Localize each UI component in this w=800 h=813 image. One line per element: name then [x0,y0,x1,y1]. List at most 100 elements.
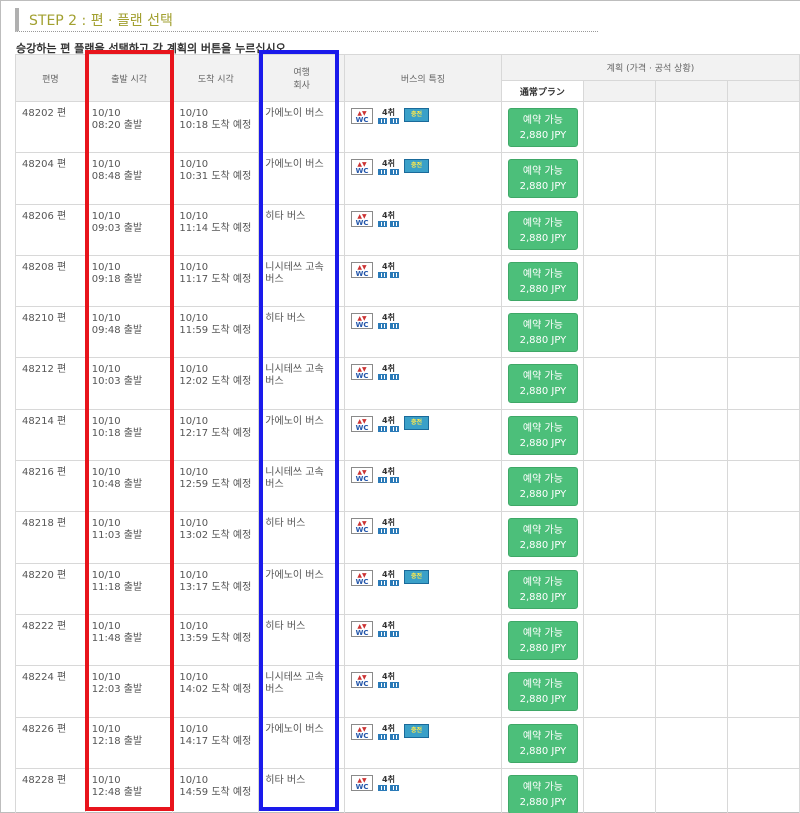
seat-blocks [378,169,400,176]
seat-blocks [378,528,400,535]
depart-time: 08:20 출발 [91,120,143,131]
reserve-status: 예약 가능 [522,627,563,639]
wc-toilet-icon: ▲▼ WC [351,518,374,535]
arrive-date: 10/10 [179,774,209,786]
arrive-cell: 10/10 10:31 도착 예정 [172,152,260,205]
arrive-time: 11:14 도착 예정 [179,222,252,234]
bus-number-cell: 48226 편 [15,716,86,769]
bus-number-cell: 48202 편 [15,100,86,154]
header-plan-group: 계획 (가격 · 공석 상황) [500,54,800,81]
wc-label: WC [355,475,369,484]
reserve-button[interactable]: 예약 가능 2,880 JPY [507,108,578,147]
table-row: 48218 편 10/10 11:03 출발 10/10 13:02 도착 예정… [15,511,800,564]
features-cell: ▲▼ WC 4취 충전 [344,562,502,615]
table-row: 48224 편 10/10 12:03 출발 10/10 14:02 도착 예정… [15,665,800,718]
reserve-price: 2,880 JPY [519,642,567,654]
arrive-time: 14:02 도착 예정 [179,684,252,696]
plan-empty-cell [654,254,728,308]
plan-empty-cell [582,306,656,359]
seat-block-icon [390,220,400,227]
arrive-date: 10/10 [179,467,209,479]
company-name: 니시테쓰 고속 [265,672,324,684]
depart-time: 12:48 출발 [91,786,143,798]
reserve-price: 2,880 JPY [519,489,567,501]
arrive-date: 10/10 [179,723,209,735]
table-body: 48202 편 10/10 08:20 출발 10/10 10:18 도착 예정… [15,100,800,813]
plan-empty-cell [726,254,800,308]
wc-label: WC [355,372,369,381]
reserve-button[interactable]: 예약 가능 2,880 JPY [507,313,578,353]
bus-number: 48206 편 [22,210,67,222]
reserve-button[interactable]: 예약 가능 2,880 JPY [507,261,578,301]
reserve-button[interactable]: 예약 가능 2,880 JPY [507,672,578,712]
depart-cell: 10/10 12:48 출발 [84,767,174,813]
seat-layout-icon: 4취 [378,467,400,484]
seat-block-icon [378,579,388,586]
plan-empty-cell [654,562,728,615]
reserve-status: 예약 가능 [522,576,563,588]
plan-empty-cell [582,100,656,154]
reserve-button[interactable]: 예약 가능 2,880 JPY [507,364,578,404]
plan-cell: 예약 가능 2,880 JPY [500,460,584,513]
plan-cell: 예약 가능 2,880 JPY [500,613,584,667]
feature-icons: ▲▼ WC 4취 충전 [351,723,496,740]
features-cell: ▲▼ WC 4취 [344,203,502,256]
reserve-button[interactable]: 예약 가능 2,880 JPY [507,159,578,199]
table-row: 48228 편 10/10 12:48 출발 10/10 14:59 도착 예정… [15,767,800,813]
depart-time: 10:18 출발 [91,427,143,439]
plan-empty-cell [654,511,728,564]
reserve-button[interactable]: 예약 가능 2,880 JPY [507,569,578,609]
plan-empty-cell [726,460,800,513]
reserve-button[interactable]: 예약 가능 2,880 JPY [507,774,578,813]
seat-layout-icon: 4취 [378,211,400,227]
seat-blocks [378,220,400,227]
plan-cell: 예약 가능 2,880 JPY [500,203,584,256]
seat-block-icon [378,528,388,535]
plan-empty-cell [582,408,656,462]
arrive-cell: 10/10 13:59 도착 예정 [172,613,260,667]
seat-layout-icon: 4취 [378,313,400,330]
company-name: 가에노이 버스 [265,415,324,427]
company-name: 히타 버스 [265,774,306,786]
seat-layout-label: 4취 [382,261,395,271]
plan-empty-cell [726,613,800,667]
depart-time: 11:18 출발 [91,581,143,593]
depart-date: 10/10 [91,108,121,119]
company-cell: 니시테쓰 고속 버스 [258,254,346,308]
seat-blocks [378,271,400,278]
reserve-button[interactable]: 예약 가능 2,880 JPY [507,723,578,763]
feature-icons: ▲▼ WC 4취 [351,467,496,484]
charging-icon: 충전 [404,415,430,430]
wc-toilet-icon: ▲▼ WC [351,210,374,227]
arrive-time: 11:17 도착 예정 [179,273,252,285]
reserve-button[interactable]: 예약 가능 2,880 JPY [507,620,578,660]
plan-empty-cell [726,767,800,813]
depart-cell: 10/10 10:03 출발 [84,357,174,410]
company-name: 가에노이 버스 [265,159,324,171]
arrive-cell: 10/10 10:18 도착 예정 [172,100,260,154]
plan-cell: 예약 가능 2,880 JPY [500,408,584,462]
wc-toilet-icon: ▲▼ WC [351,620,374,637]
reserve-button[interactable]: 예약 가능 2,880 JPY [507,467,578,507]
wc-toilet-icon: ▲▼ WC [351,261,374,278]
depart-time: 10:48 출발 [91,479,143,491]
seat-blocks [378,118,400,124]
seat-block-icon [378,784,388,791]
seat-layout-label: 4취 [382,620,395,630]
arrive-date: 10/10 [179,313,209,325]
arrive-date: 10/10 [179,210,209,222]
plan-empty-cell [654,613,728,667]
reserve-status: 예약 가능 [522,217,563,229]
reserve-button[interactable]: 예약 가능 2,880 JPY [507,415,578,455]
arrive-time: 14:59 도착 예정 [179,786,252,798]
plan-empty-cell [726,665,800,718]
plan-empty-cell [582,511,656,564]
plan-cell: 예약 가능 2,880 JPY [500,100,584,154]
reserve-button[interactable]: 예약 가능 2,880 JPY [507,210,578,250]
wc-label: WC [355,167,369,176]
plan-empty-cell [582,716,656,769]
plan-empty-cell [582,357,656,410]
wc-toilet-icon: ▲▼ WC [351,467,374,484]
wc-label: WC [355,731,369,740]
reserve-button[interactable]: 예약 가능 2,880 JPY [507,518,578,558]
